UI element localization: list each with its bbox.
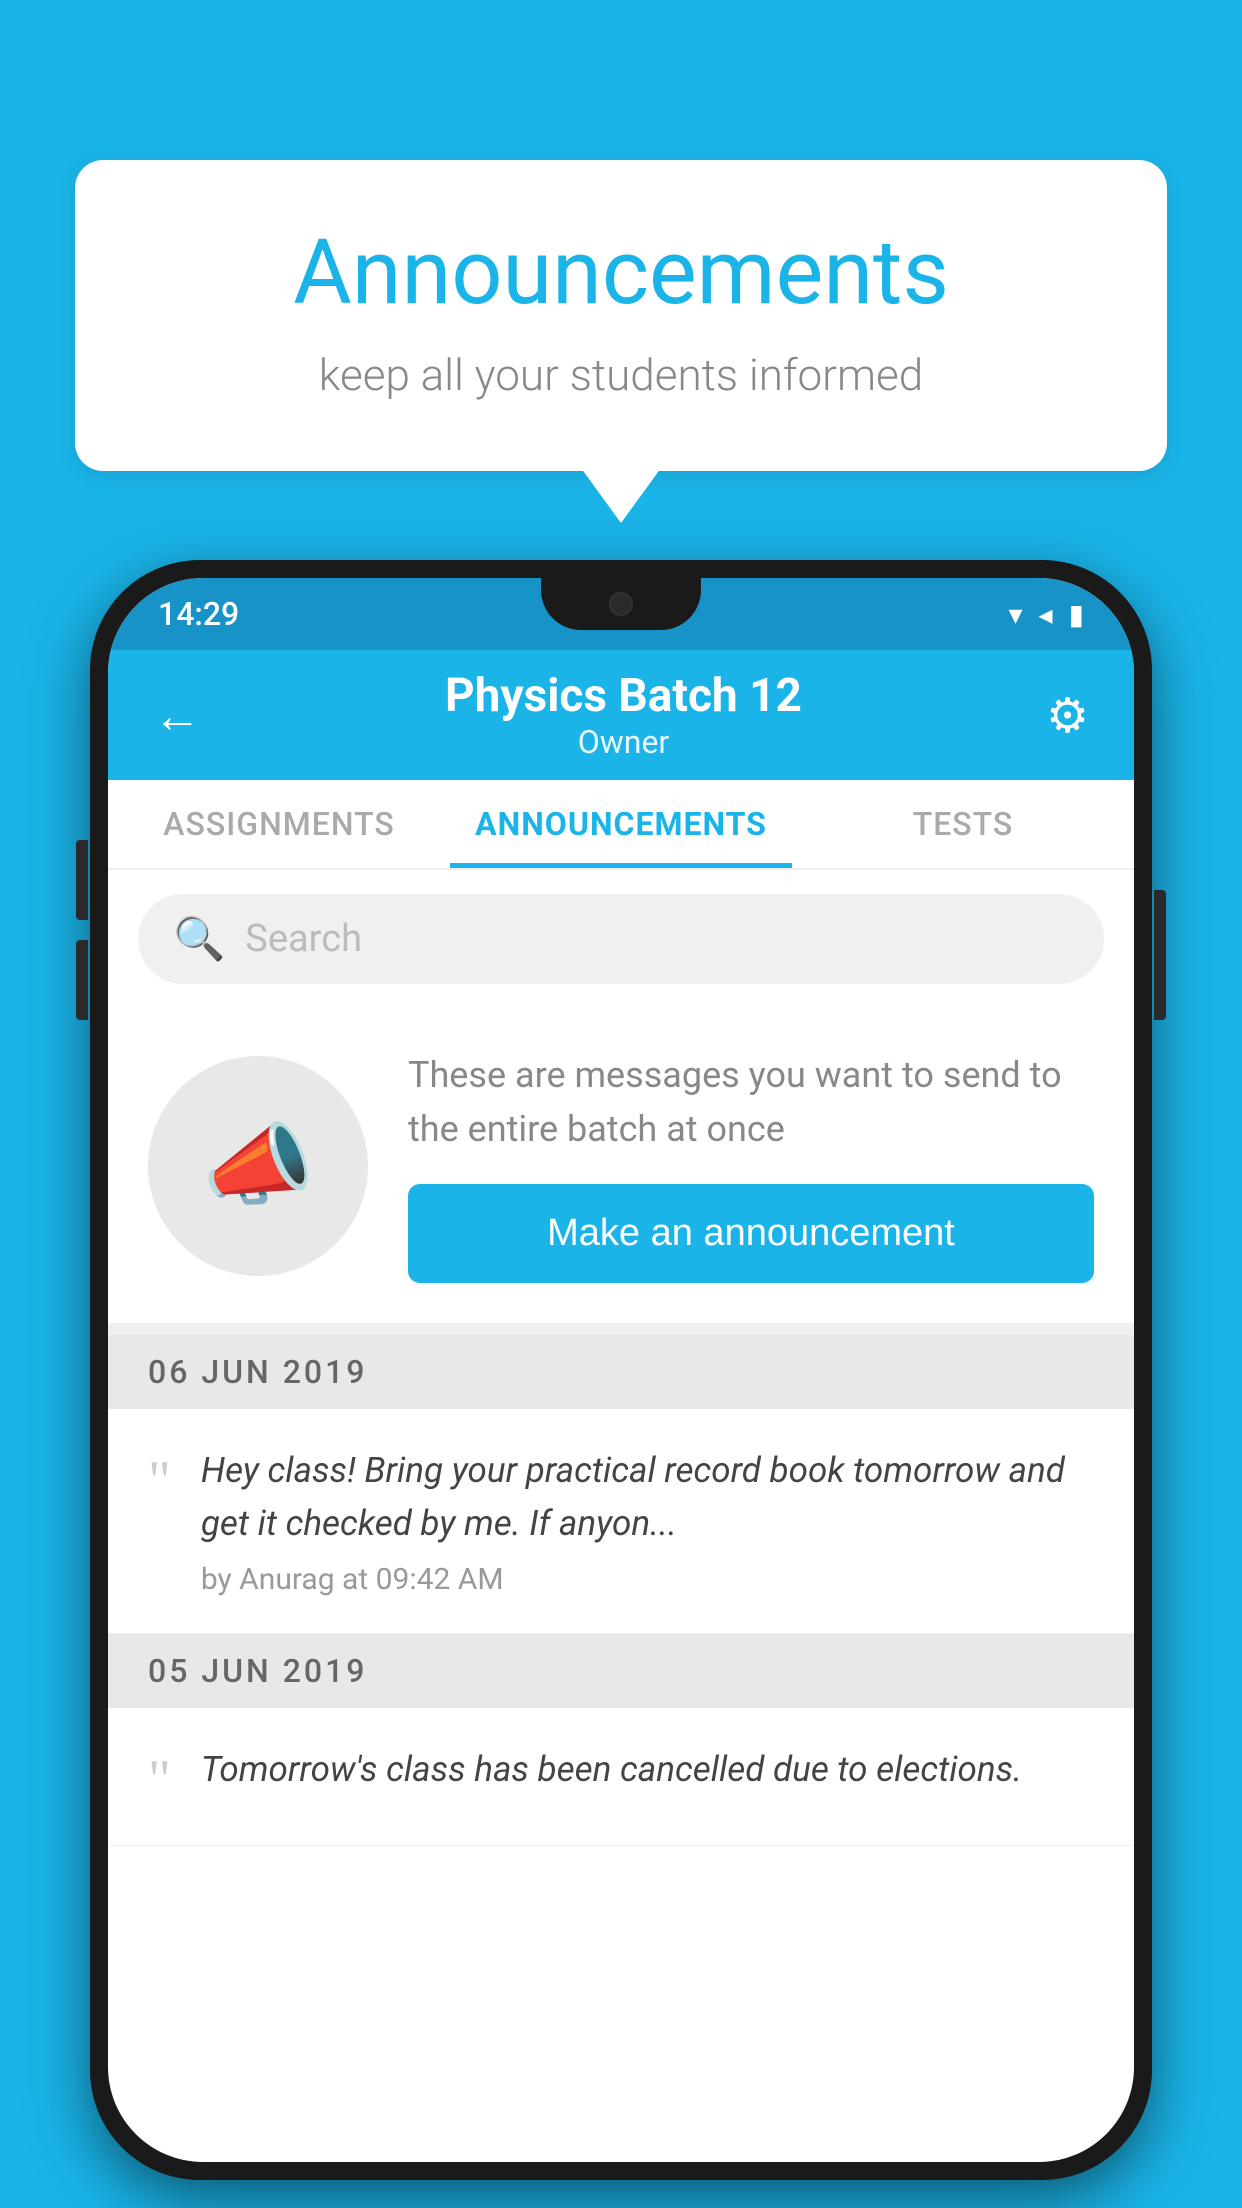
quote-icon-2: ": [148, 1752, 171, 1808]
announcement-by-1: by Anurag at 09:42 AM: [201, 1562, 1094, 1597]
announcement-message-1: Hey class! Bring your practical record b…: [201, 1445, 1094, 1550]
batch-title: Physics Batch 12: [445, 669, 802, 723]
date-header-2: 05 JUN 2019: [108, 1634, 1134, 1708]
make-announcement-button[interactable]: Make an announcement: [408, 1184, 1094, 1283]
announcement-message-2: Tomorrow's class has been cancelled due …: [201, 1744, 1094, 1797]
bubble-subtitle: keep all your students informed: [155, 349, 1087, 401]
search-icon: 🔍: [173, 915, 225, 964]
volume-up-button: [76, 840, 88, 920]
tabs-bar: ASSIGNMENTS ANNOUNCEMENTS TESTS: [108, 780, 1134, 870]
promo-section: 📣 These are messages you want to send to…: [108, 1008, 1134, 1335]
settings-button[interactable]: ⚙: [1046, 687, 1089, 744]
volume-down-button: [76, 940, 88, 1020]
battery-icon: ▮: [1069, 598, 1084, 631]
announcement-content-1: Hey class! Bring your practical record b…: [201, 1445, 1094, 1597]
search-bar[interactable]: 🔍 Search: [138, 894, 1104, 984]
promo-description: These are messages you want to send to t…: [408, 1048, 1094, 1156]
tab-announcements[interactable]: ANNOUNCEMENTS: [450, 780, 792, 868]
announcement-item-2[interactable]: " Tomorrow's class has been cancelled du…: [108, 1708, 1134, 1846]
date-label-2: 05 JUN 2019: [148, 1652, 367, 1690]
phone-notch: [541, 578, 701, 630]
date-label-1: 06 JUN 2019: [148, 1353, 367, 1391]
announcement-item-1[interactable]: " Hey class! Bring your practical record…: [108, 1409, 1134, 1634]
phone-screen: 14:29 ▾ ◂ ▮ ← Physics Batch 12 Owner ⚙: [108, 578, 1134, 2162]
announcement-content-2: Tomorrow's class has been cancelled due …: [201, 1744, 1094, 1809]
front-camera: [609, 592, 633, 616]
search-container: 🔍 Search: [108, 870, 1134, 1008]
power-button: [1154, 890, 1166, 1020]
header-center: Physics Batch 12 Owner: [445, 669, 802, 761]
speech-bubble-card: Announcements keep all your students inf…: [75, 160, 1167, 471]
status-time: 14:29: [158, 595, 239, 633]
bubble-title: Announcements: [155, 220, 1087, 325]
megaphone-icon: 📣: [202, 1113, 314, 1218]
status-icons: ▾ ◂ ▮: [1008, 598, 1084, 631]
back-button[interactable]: ←: [153, 687, 201, 744]
speech-bubble-section: Announcements keep all your students inf…: [75, 160, 1167, 471]
user-role: Owner: [445, 723, 802, 761]
phone-mockup: 14:29 ▾ ◂ ▮ ← Physics Batch 12 Owner ⚙: [90, 560, 1152, 2180]
signal-icon: ◂: [1039, 598, 1053, 631]
app-header: ← Physics Batch 12 Owner ⚙: [108, 650, 1134, 780]
tab-tests[interactable]: TESTS: [792, 780, 1134, 868]
phone-outer-frame: 14:29 ▾ ◂ ▮ ← Physics Batch 12 Owner ⚙: [90, 560, 1152, 2180]
promo-right: These are messages you want to send to t…: [408, 1048, 1094, 1283]
status-bar: 14:29 ▾ ◂ ▮: [108, 578, 1134, 650]
wifi-icon: ▾: [1008, 598, 1022, 631]
megaphone-circle: 📣: [148, 1056, 368, 1276]
quote-icon-1: ": [148, 1453, 171, 1509]
date-header-1: 06 JUN 2019: [108, 1335, 1134, 1409]
tab-assignments[interactable]: ASSIGNMENTS: [108, 780, 450, 868]
search-placeholder: Search: [245, 917, 362, 961]
